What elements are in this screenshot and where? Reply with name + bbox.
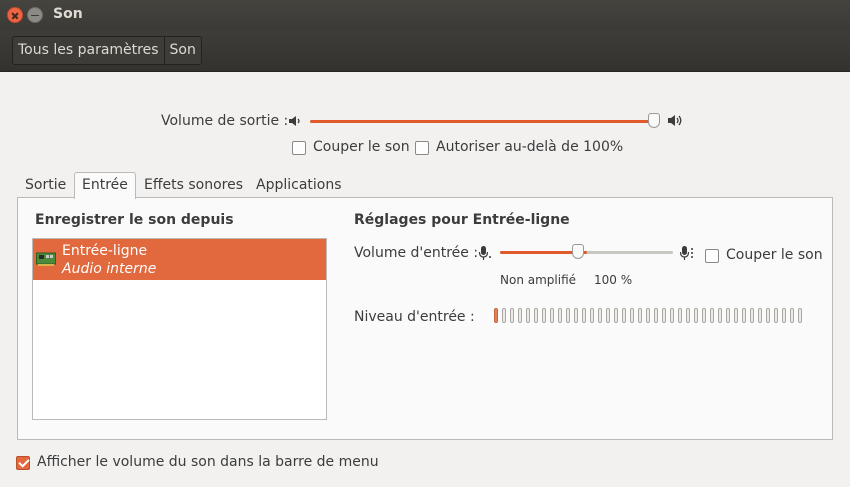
level-bar bbox=[502, 308, 506, 323]
input-level-label: Niveau d'entrée : bbox=[354, 309, 475, 325]
level-bar bbox=[630, 308, 634, 323]
level-bar bbox=[798, 308, 802, 323]
level-bar bbox=[686, 308, 690, 323]
level-bar bbox=[758, 308, 762, 323]
level-bar bbox=[750, 308, 754, 323]
level-bar bbox=[598, 308, 602, 323]
level-bar bbox=[734, 308, 738, 323]
overamplify-label: Autoriser au-delà de 100% bbox=[436, 139, 624, 155]
level-bar bbox=[654, 308, 658, 323]
device-name: Entrée-ligne bbox=[62, 243, 148, 259]
level-bar bbox=[526, 308, 530, 323]
speaker-low-icon bbox=[289, 116, 300, 126]
input-volume-label: Volume d'entrée : bbox=[354, 245, 479, 261]
level-bar bbox=[494, 308, 498, 323]
level-bar bbox=[574, 308, 578, 323]
speaker-high-icon bbox=[668, 115, 682, 126]
title-bar: Son bbox=[0, 0, 850, 30]
level-bar bbox=[662, 308, 666, 323]
output-volume-slider[interactable] bbox=[310, 120, 656, 123]
level-bar bbox=[534, 308, 538, 323]
input-device-list[interactable]: Entrée-ligne Audio interne bbox=[32, 238, 327, 420]
output-mute-label: Couper le son bbox=[313, 139, 410, 155]
level-bar bbox=[718, 308, 722, 323]
list-item[interactable]: Entrée-ligne Audio interne bbox=[33, 239, 326, 280]
minimize-icon[interactable] bbox=[27, 7, 43, 23]
device-description: Audio interne bbox=[62, 261, 157, 277]
output-volume-fill bbox=[310, 120, 653, 123]
show-volume-checkbox[interactable] bbox=[16, 456, 30, 470]
all-settings-button[interactable]: Tous les paramètres bbox=[13, 37, 164, 64]
input-mute-label: Couper le son bbox=[726, 247, 823, 263]
tab-entree[interactable]: Entrée bbox=[74, 172, 136, 199]
input-volume-handle[interactable] bbox=[572, 244, 584, 259]
microphone-low-icon bbox=[478, 246, 491, 260]
level-bar bbox=[542, 308, 546, 323]
level-bar bbox=[766, 308, 770, 323]
output-volume-label: Volume de sortie : bbox=[161, 113, 289, 129]
input-level-meter bbox=[494, 308, 802, 323]
show-volume-label: Afficher le volume du son dans la barre … bbox=[37, 454, 379, 470]
window-title: Son bbox=[53, 6, 83, 22]
level-bar bbox=[782, 308, 786, 323]
level-bar bbox=[670, 308, 674, 323]
close-icon[interactable] bbox=[7, 7, 23, 23]
level-bar bbox=[742, 308, 746, 323]
breadcrumb: Tous les paramètres Son bbox=[12, 36, 202, 65]
tab-sortie[interactable]: Sortie bbox=[17, 172, 74, 198]
level-bar bbox=[566, 308, 570, 323]
microphone-high-icon bbox=[680, 246, 693, 260]
level-bar bbox=[518, 308, 522, 323]
toolbar: Tous les paramètres Son bbox=[0, 30, 850, 72]
level-bar bbox=[790, 308, 794, 323]
output-volume-handle[interactable] bbox=[648, 113, 660, 128]
overamplify-checkbox[interactable] bbox=[415, 141, 429, 155]
level-bar bbox=[614, 308, 618, 323]
level-bar bbox=[774, 308, 778, 323]
input-mute-checkbox[interactable] bbox=[705, 249, 719, 263]
level-bar bbox=[590, 308, 594, 323]
level-bar bbox=[582, 308, 586, 323]
level-bar bbox=[726, 308, 730, 323]
record-from-heading: Enregistrer le son depuis bbox=[35, 212, 234, 228]
level-bar bbox=[638, 308, 642, 323]
level-bar bbox=[702, 308, 706, 323]
level-bar bbox=[710, 308, 714, 323]
level-bar bbox=[550, 308, 554, 323]
level-bar bbox=[646, 308, 650, 323]
level-bar bbox=[510, 308, 514, 323]
level-bar bbox=[606, 308, 610, 323]
mark-100: 100 % bbox=[594, 273, 633, 287]
mark-unamplified: Non amplifié bbox=[500, 273, 577, 287]
tab-applications[interactable]: Applications bbox=[248, 172, 350, 198]
sound-card-icon bbox=[36, 252, 56, 266]
breadcrumb-current[interactable]: Son bbox=[163, 37, 201, 64]
tab-effets-sonores[interactable]: Effets sonores bbox=[136, 172, 251, 198]
settings-heading: Réglages pour Entrée-ligne bbox=[354, 212, 570, 228]
level-bar bbox=[694, 308, 698, 323]
output-mute-checkbox[interactable] bbox=[292, 141, 306, 155]
level-bar bbox=[558, 308, 562, 323]
level-bar bbox=[678, 308, 682, 323]
input-volume-slider[interactable] bbox=[500, 251, 673, 254]
level-bar bbox=[622, 308, 626, 323]
